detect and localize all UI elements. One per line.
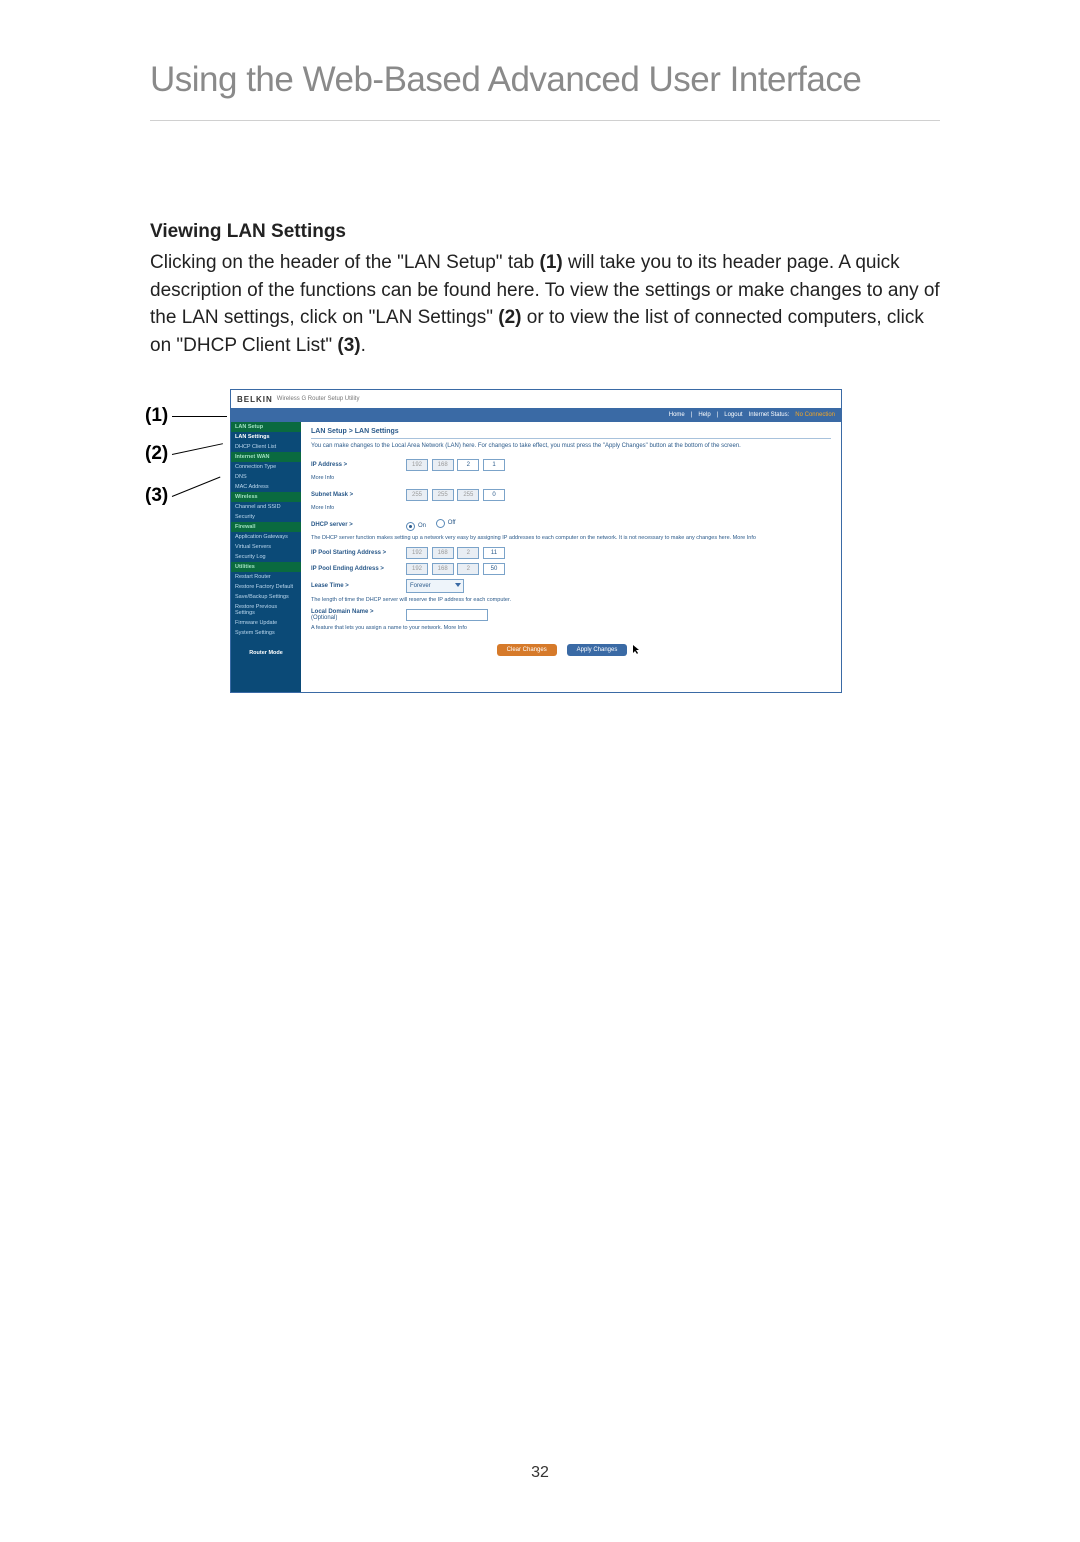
ui-header: BELKIN Wireless G Router Setup Utility (231, 390, 841, 408)
subnet-label: Subnet Mask > (311, 492, 406, 498)
pool-end-3[interactable]: 2 (457, 563, 479, 575)
sidebar-item-system[interactable]: System Settings (231, 628, 301, 638)
breadcrumb: LAN Setup > LAN Settings (311, 428, 831, 439)
sidebar-item-factory-default[interactable]: Restore Factory Default (231, 582, 301, 592)
cursor-icon (633, 650, 641, 657)
subnet-octet-3[interactable]: 255 (457, 489, 479, 501)
page-title: Using the Web-Based Advanced User Interf… (150, 60, 940, 121)
ip-address-label: IP Address > (311, 462, 406, 468)
callout-ref-3: (3) (337, 335, 360, 356)
dhcp-off-radio[interactable]: Off (436, 519, 456, 528)
pool-start-2[interactable]: 168 (432, 547, 454, 559)
pool-end-2[interactable]: 168 (432, 563, 454, 575)
sidebar-cat-lan-setup[interactable]: LAN Setup (231, 422, 301, 432)
sidebar-item-firmware[interactable]: Firmware Update (231, 618, 301, 628)
pool-start-3[interactable]: 2 (457, 547, 479, 559)
subnet-more-info[interactable]: More Info (311, 505, 831, 511)
nav-help[interactable]: Help (698, 412, 710, 418)
status-value: No Connection (795, 412, 835, 418)
domain-description: A feature that lets you assign a name to… (311, 625, 831, 631)
intro-text: You can make changes to the Local Area N… (311, 443, 831, 451)
lease-description: The length of time the DHCP server will … (311, 597, 831, 603)
sidebar-cat-firewall[interactable]: Firewall (231, 522, 301, 532)
callout-2: (2) (145, 443, 224, 465)
brand-subtitle: Wireless G Router Setup Utility (277, 396, 360, 402)
ip-octet-2[interactable]: 168 (432, 459, 454, 471)
ip-octet-1[interactable]: 192 (406, 459, 428, 471)
sidebar-item-dhcp-client[interactable]: DHCP Client List (231, 442, 301, 452)
body-text-part: . (361, 335, 366, 356)
nav-logout[interactable]: Logout (724, 412, 742, 418)
brand-logo: BELKIN (237, 395, 273, 404)
pool-end-1[interactable]: 192 (406, 563, 428, 575)
pool-start-4[interactable]: 11 (483, 547, 505, 559)
pool-end-label: IP Pool Ending Address > (311, 566, 406, 572)
sidebar-router-mode: Router Mode (231, 644, 301, 662)
dhcp-description: The DHCP server function makes setting u… (311, 535, 831, 541)
sidebar-item-save-backup[interactable]: Save/Backup Settings (231, 592, 301, 602)
ip-octet-3[interactable]: 2 (457, 459, 479, 471)
ui-top-bar: Home | Help | Logout Internet Status: No… (231, 408, 841, 422)
pool-end-4[interactable]: 50 (483, 563, 505, 575)
ip-more-info[interactable]: More Info (311, 475, 831, 481)
page-number: 32 (531, 1464, 549, 1482)
sidebar-item-restart[interactable]: Restart Router (231, 572, 301, 582)
sidebar-cat-internet-wan[interactable]: Internet WAN (231, 452, 301, 462)
lease-time-label: Lease Time > (311, 583, 406, 589)
router-admin-screenshot: BELKIN Wireless G Router Setup Utility H… (230, 389, 842, 693)
body-paragraph: Clicking on the header of the "LAN Setup… (150, 249, 940, 359)
sidebar-item-dns[interactable]: DNS (231, 472, 301, 482)
sidebar-item-security-log[interactable]: Security Log (231, 552, 301, 562)
sidebar-item-virtual-servers[interactable]: Virtual Servers (231, 542, 301, 552)
sidebar-item-connection-type[interactable]: Connection Type (231, 462, 301, 472)
sidebar-cat-utilities[interactable]: Utilities (231, 562, 301, 572)
dhcp-server-label: DHCP server > (311, 522, 406, 528)
domain-label: Local Domain Name > (Optional) (311, 609, 406, 621)
sidebar-item-channel-ssid[interactable]: Channel and SSID (231, 502, 301, 512)
sidebar-item-mac[interactable]: MAC Address (231, 482, 301, 492)
screenshot-figure: (1) (2) (3) BELKIN Wireless G Router Set… (150, 389, 940, 693)
pool-start-label: IP Pool Starting Address > (311, 550, 406, 556)
subnet-octet-4[interactable]: 0 (483, 489, 505, 501)
sidebar-item-security[interactable]: Security (231, 512, 301, 522)
apply-changes-button[interactable]: Apply Changes (567, 644, 628, 656)
callout-ref-1: (1) (540, 252, 563, 273)
callout-1: (1) (145, 405, 227, 427)
body-text-part: Clicking on the header of the "LAN Setup… (150, 252, 540, 273)
lease-time-select[interactable]: Forever (406, 579, 464, 593)
subnet-octet-1[interactable]: 255 (406, 489, 428, 501)
callout-3: (3) (145, 485, 224, 507)
sidebar-item-lan-settings[interactable]: LAN Settings (231, 432, 301, 442)
dhcp-on-radio[interactable]: On (406, 522, 426, 531)
section-heading: Viewing LAN Settings (150, 221, 940, 243)
sidebar-cat-wireless[interactable]: Wireless (231, 492, 301, 502)
sidebar: LAN Setup LAN Settings DHCP Client List … (231, 422, 301, 692)
domain-name-input[interactable] (406, 609, 488, 621)
content-panel: LAN Setup > LAN Settings You can make ch… (301, 422, 841, 692)
status-label: Internet Status: (749, 412, 790, 418)
sidebar-item-app-gateways[interactable]: Application Gateways (231, 532, 301, 542)
sidebar-item-restore-prev[interactable]: Restore Previous Settings (231, 602, 301, 618)
subnet-octet-2[interactable]: 255 (432, 489, 454, 501)
ip-octet-4[interactable]: 1 (483, 459, 505, 471)
nav-home[interactable]: Home (669, 412, 685, 418)
clear-changes-button[interactable]: Clear Changes (497, 644, 557, 656)
pool-start-1[interactable]: 192 (406, 547, 428, 559)
callout-ref-2: (2) (498, 307, 521, 328)
